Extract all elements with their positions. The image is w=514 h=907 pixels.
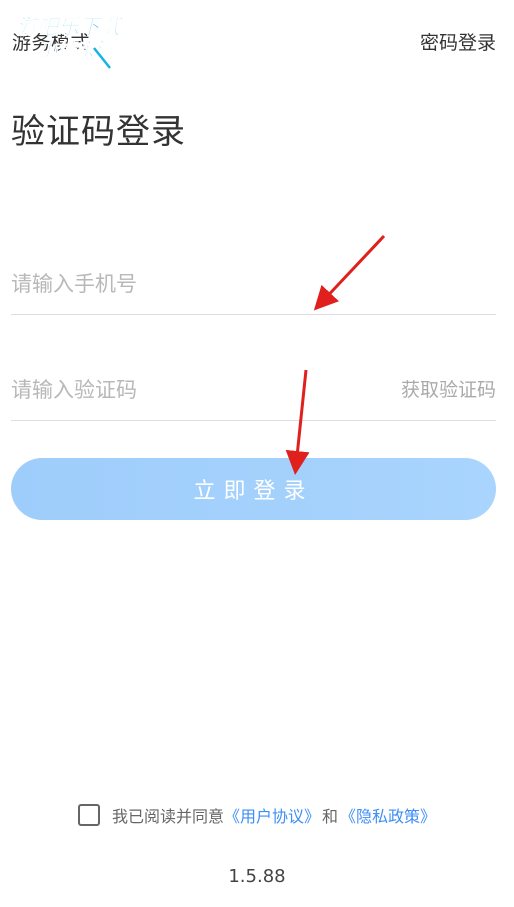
- watermark-logo: 游吧乐下载 小编亲测: [16, 15, 124, 69]
- phone-field: [11, 254, 496, 315]
- login-button[interactable]: 立即登录: [11, 458, 496, 520]
- top-bar: 游务模式 游吧乐下载 小编亲测 密码登录: [0, 0, 514, 80]
- agreement-and-text: 和: [322, 807, 339, 826]
- code-field: 获取验证码: [11, 360, 496, 421]
- user-agreement-link[interactable]: 《用户协议》: [224, 803, 320, 827]
- agreement-row: 我已阅读并同意 《用户协议》 和 《隐私政策》: [0, 800, 514, 830]
- watermark-line2: 小编亲测: [38, 39, 118, 61]
- get-code-button[interactable]: 获取验证码: [401, 375, 496, 402]
- page-title: 验证码登录: [11, 112, 186, 152]
- watermark-line1: 游吧乐下载: [16, 15, 124, 39]
- privacy-policy-link[interactable]: 《隐私政策》: [340, 803, 436, 827]
- version-label: 1.5.88: [228, 866, 286, 887]
- agreement-prefix: 我已阅读并同意: [111, 807, 224, 826]
- phone-input[interactable]: [11, 254, 381, 314]
- agreement-checkbox[interactable]: [77, 804, 100, 826]
- verification-code-input[interactable]: [11, 360, 381, 420]
- password-login-link[interactable]: 密码登录: [420, 28, 496, 55]
